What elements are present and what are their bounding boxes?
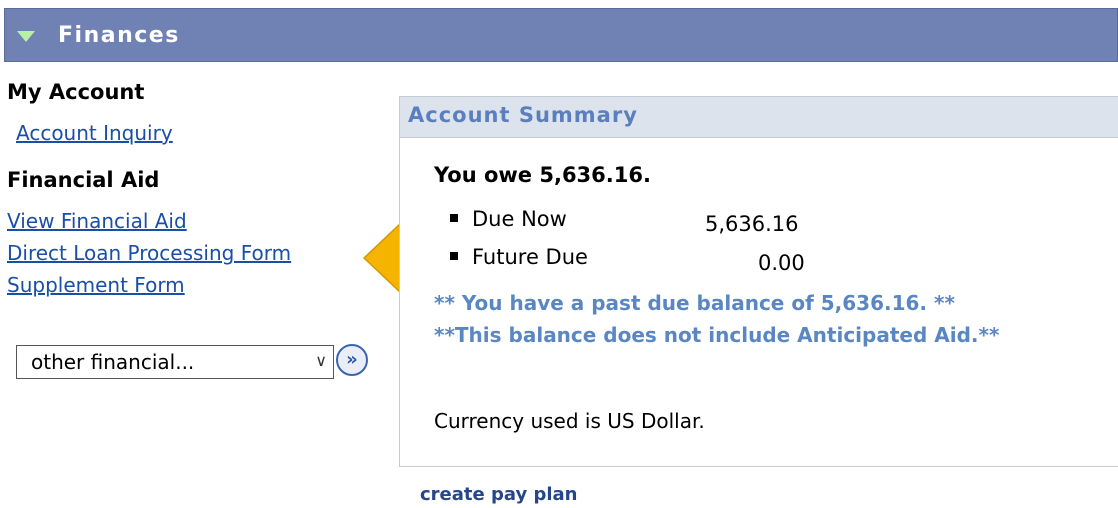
finances-header[interactable]: Finances <box>4 8 1118 62</box>
go-button[interactable]: » <box>336 344 368 376</box>
panel-header: Account Summary <box>400 97 1118 138</box>
due-now-row: Due Now <box>450 207 567 231</box>
view-financial-aid-link[interactable]: View Financial Aid <box>7 209 187 233</box>
future-due-amount: 0.00 <box>758 251 805 275</box>
chevron-down-icon: ∨ <box>315 351 327 370</box>
anticipated-aid-notice: **This balance does not include Anticipa… <box>434 323 1000 347</box>
section-title: Finances <box>58 23 180 48</box>
amount-owed-text: You owe 5,636.16. <box>434 163 651 187</box>
create-pay-plan-link[interactable]: create pay plan <box>420 484 577 505</box>
my-account-heading: My Account <box>7 80 145 104</box>
currency-note: Currency used is US Dollar. <box>434 409 705 433</box>
future-due-row: Future Due <box>450 245 588 269</box>
account-inquiry-link[interactable]: Account Inquiry <box>16 121 173 145</box>
past-due-notice: ** You have a past due balance of 5,636.… <box>434 291 955 315</box>
select-value: other financial... <box>31 350 195 374</box>
due-now-amount: 5,636.16 <box>705 212 799 236</box>
bullet-icon <box>450 252 458 260</box>
due-now-label: Due Now <box>472 207 567 231</box>
direct-loan-form-link[interactable]: Direct Loan Processing Form <box>7 241 291 265</box>
double-chevron-right-icon: » <box>346 349 358 370</box>
panel-title: Account Summary <box>408 103 638 127</box>
bullet-icon <box>450 214 458 222</box>
financial-aid-heading: Financial Aid <box>7 168 160 192</box>
future-due-label: Future Due <box>472 245 588 269</box>
account-summary-panel: Account Summary You owe 5,636.16. Due No… <box>399 96 1118 467</box>
other-financial-select[interactable]: other financial... ∨ <box>16 345 334 379</box>
supplement-form-link[interactable]: Supplement Form <box>7 273 185 297</box>
collapse-triangle-icon[interactable] <box>17 31 35 42</box>
